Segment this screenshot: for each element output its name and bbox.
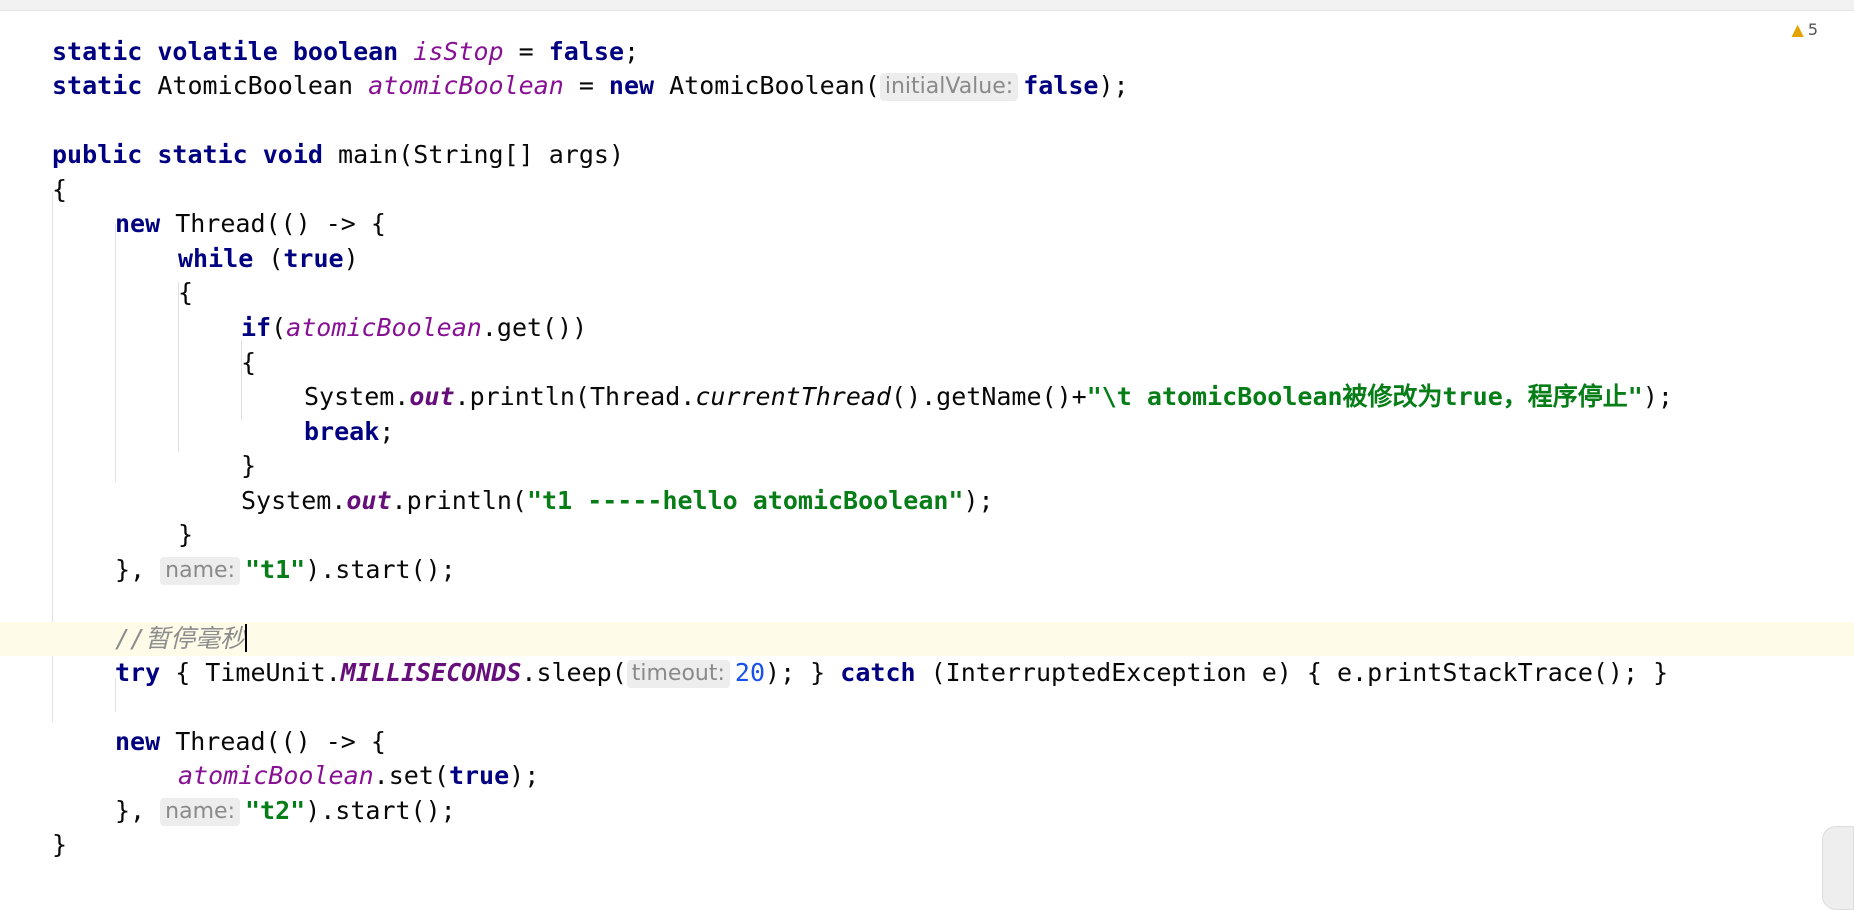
code-text: ); }	[765, 658, 841, 687]
method-call: ).start();	[305, 555, 456, 584]
string-literal: "\t atomicBoolean被修改为true，程序停止"	[1086, 382, 1643, 411]
code-line-10[interactable]: {	[0, 346, 1854, 380]
brace: {	[178, 278, 194, 307]
code-line-24[interactable]: }	[0, 828, 1854, 862]
code-line-16[interactable]: }, name: "t1").start();	[0, 553, 1854, 587]
parameter-hint: name:	[160, 557, 240, 585]
brace: {	[241, 348, 257, 377]
keyword: static	[52, 37, 143, 66]
code-line-22[interactable]: atomicBoolean.set(true);	[0, 759, 1854, 793]
keyword: true	[283, 244, 344, 273]
string-literal: "t2"	[244, 796, 306, 825]
thread-lambda: Thread(() -> {	[160, 209, 386, 238]
keyword: true	[448, 761, 510, 790]
keyword: boolean	[292, 37, 399, 66]
code-line-21[interactable]: new Thread(() -> {	[0, 725, 1854, 759]
punctuation: (	[271, 313, 287, 342]
method-call: .sleep(	[521, 658, 627, 687]
code-line-4[interactable]: public static void main(String[] args)	[0, 138, 1854, 172]
code-line-14[interactable]: System.out.println("t1 -----hello atomic…	[0, 484, 1854, 518]
code-line-5[interactable]: {	[0, 173, 1854, 207]
punctuation: );	[1098, 71, 1129, 100]
string-literal: "t1"	[244, 555, 306, 584]
class-name: System.	[241, 486, 347, 515]
brace: }	[241, 451, 257, 480]
code-line-15[interactable]: }	[0, 518, 1854, 552]
code-line-13[interactable]: }	[0, 449, 1854, 483]
code-line-1[interactable]: static volatile boolean isStop = false;	[0, 35, 1854, 69]
method-call: .set(	[373, 761, 449, 790]
method-call: .println(Thread.	[454, 382, 696, 411]
parameter-hint: initialValue:	[879, 73, 1019, 101]
punctuation: );	[963, 486, 994, 515]
code-text: (InterruptedException e) { e.printStackT…	[915, 658, 1669, 687]
operator: =	[503, 37, 549, 66]
parameter-hint: name:	[160, 798, 240, 826]
brace: }	[52, 830, 68, 859]
static-field: MILLISECONDS	[340, 658, 522, 687]
method-call: ).start();	[305, 796, 456, 825]
string-literal: "t1 -----hello atomicBoolean"	[526, 486, 964, 515]
punctuation: (	[253, 244, 284, 273]
field-name: atomicBoolean	[178, 761, 374, 790]
code-line-23[interactable]: }, name: "t2").start();	[0, 794, 1854, 828]
code-line-6[interactable]: new Thread(() -> {	[0, 207, 1854, 241]
parameter-hint: timeout:	[626, 660, 730, 688]
keyword: new	[115, 209, 161, 238]
code-text: { TimeUnit.	[160, 658, 341, 687]
keyword: public	[52, 140, 143, 169]
brace: }	[178, 520, 194, 549]
code-line-11[interactable]: System.out.println(Thread.currentThread(…	[0, 380, 1854, 414]
method-signature: main(String[] args)	[322, 140, 624, 169]
keyword: false	[1023, 71, 1099, 100]
code-line-8[interactable]: {	[0, 276, 1854, 310]
keyword: static	[52, 71, 143, 100]
field-name: isStop	[413, 37, 504, 66]
method-call: .get())	[481, 313, 588, 342]
type-name: AtomicBoolean	[142, 71, 369, 100]
keyword: new	[115, 727, 161, 756]
code-line-9[interactable]: if(atomicBoolean.get())	[0, 311, 1854, 345]
keyword: false	[548, 37, 625, 66]
code-line-2[interactable]: static AtomicBoolean atomicBoolean = new…	[0, 69, 1854, 103]
field-name: atomicBoolean	[368, 71, 564, 100]
keyword: try	[115, 658, 161, 687]
keyword: while	[178, 244, 254, 273]
class-name: System.	[304, 382, 410, 411]
static-field: out	[409, 382, 455, 411]
brace: {	[52, 175, 68, 204]
punctuation: },	[115, 555, 146, 584]
keyword: static	[157, 140, 248, 169]
static-method: currentThread	[695, 382, 892, 411]
static-field: out	[346, 486, 392, 515]
keyword: if	[241, 313, 272, 342]
code-line-7[interactable]: while (true)	[0, 242, 1854, 276]
punctuation: )	[343, 244, 359, 273]
punctuation: ;	[379, 417, 395, 446]
text-caret	[245, 624, 248, 652]
punctuation: ;	[624, 37, 640, 66]
code-line-18-current[interactable]: //暂停毫秒	[0, 622, 1854, 656]
method-call: .println(	[391, 486, 527, 515]
scrollbar-thumb[interactable]	[1822, 826, 1854, 910]
punctuation: );	[509, 761, 540, 790]
constructor-call: AtomicBoolean(	[654, 71, 880, 100]
keyword: volatile	[157, 37, 278, 66]
punctuation: );	[1642, 382, 1673, 411]
keyword: catch	[840, 658, 916, 687]
operator: =	[563, 71, 609, 100]
number-literal: 20	[734, 658, 766, 687]
comment: //暂停毫秒	[115, 624, 246, 653]
thread-lambda: Thread(() -> {	[160, 727, 386, 756]
keyword: new	[608, 71, 655, 100]
punctuation: },	[115, 796, 146, 825]
method-call: ().getName()+	[891, 382, 1087, 411]
code-line-19[interactable]: try { TimeUnit.MILLISECONDS.sleep(timeou…	[0, 656, 1854, 690]
code-line-12[interactable]: break;	[0, 415, 1854, 449]
keyword: void	[262, 140, 323, 169]
code-editor[interactable]: static volatile boolean isStop = false; …	[0, 10, 1854, 908]
field-name: atomicBoolean	[286, 313, 482, 342]
keyword: break	[304, 417, 380, 446]
